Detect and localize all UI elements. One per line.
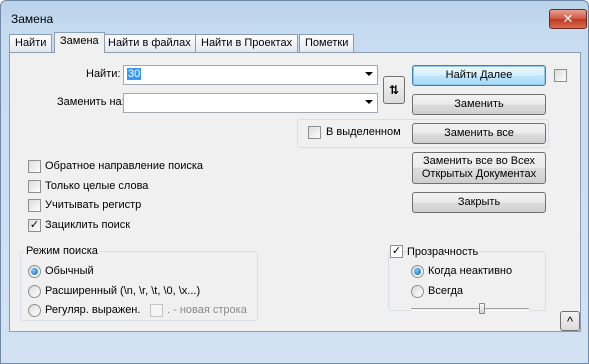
match-case-checkbox[interactable] [28, 199, 41, 212]
replace-button[interactable]: Заменить [412, 94, 546, 115]
whole-word-checkbox[interactable] [28, 180, 41, 193]
window-title: Замена [11, 12, 54, 26]
reverse-direction-label: Обратное направление поиска [45, 160, 204, 172]
replace-all-open-docs-line1: Заменить все во Всех [423, 155, 535, 167]
swap-find-replace-button[interactable]: ⇅ [383, 76, 405, 104]
transparency-inactive-radio[interactable] [411, 265, 424, 278]
tab-find[interactable]: Найти [9, 34, 53, 52]
match-case-label: Учитывать регистр [45, 199, 142, 211]
reverse-direction-checkbox[interactable] [28, 160, 41, 173]
wrap-around-checkbox[interactable]: ✓ [28, 219, 41, 232]
mode-normal-label: Обычный [45, 265, 94, 277]
mode-regex-label: Регуляр. выражен. [45, 304, 141, 316]
replace-dialog: Замена ✕ Найти Замена Найти в файлах Най… [0, 0, 589, 364]
replace-dropdown-arrow-icon[interactable] [365, 100, 373, 104]
chevron-up-icon: ^ [566, 313, 574, 329]
mode-normal-radio[interactable] [28, 265, 41, 278]
mode-extended-radio[interactable] [28, 285, 41, 298]
collapse-button[interactable]: ^ [560, 311, 580, 331]
replace-label: Заменить на: [57, 96, 125, 108]
transparency-slider-track[interactable] [411, 308, 529, 311]
replace-all-open-docs-button[interactable]: Заменить все во Всех Открытых Документах [412, 152, 546, 184]
dot-matches-newline-checkbox[interactable] [150, 304, 163, 317]
close-window-button[interactable]: ✕ [549, 9, 587, 29]
transparency-inactive-label: Когда неактивно [428, 265, 513, 277]
dot-matches-newline-label: . - новая строка [167, 304, 247, 316]
close-button[interactable]: Закрыть [412, 192, 546, 213]
find-next-option-checkbox[interactable] [554, 69, 567, 82]
find-next-button[interactable]: Найти Далее [412, 65, 546, 86]
transparency-always-radio[interactable] [411, 285, 424, 298]
transparency-label: Прозрачность [407, 246, 481, 258]
find-label: Найти: [86, 68, 121, 80]
tab-replace[interactable]: Замена [54, 32, 105, 53]
swap-arrows-icon: ⇅ [388, 83, 400, 97]
tab-marks[interactable]: Пометки [299, 34, 355, 52]
search-mode-title: Режим поиска [24, 245, 100, 257]
replace-all-open-docs-line2: Открытых Документах [421, 168, 537, 180]
find-input[interactable]: 30 [127, 68, 142, 80]
in-selection-checkbox[interactable] [308, 126, 321, 139]
wrap-around-label: Зациклить поиск [45, 219, 131, 231]
tab-find-in-projects[interactable]: Найти в Проектах [195, 34, 299, 52]
transparency-group [388, 251, 546, 311]
transparency-checkbox[interactable]: ✓ [390, 245, 403, 258]
replace-all-button[interactable]: Заменить все [412, 123, 546, 144]
tab-find-in-files[interactable]: Найти в файлах [102, 34, 197, 52]
mode-extended-label: Расширенный (\n, \r, \t, \0, \x...) [45, 285, 201, 297]
whole-word-label: Только целые слова [45, 180, 149, 192]
in-selection-label: В выделенном [326, 126, 401, 138]
find-combobox[interactable]: 30 [123, 65, 378, 85]
mode-regex-radio[interactable] [28, 304, 41, 317]
transparency-always-label: Всегда [428, 285, 464, 297]
transparency-slider-thumb[interactable] [478, 303, 485, 314]
tab-panel: Найти: 30 Заменить на: ⇅ Найти Далее Зам… [9, 52, 581, 332]
replace-combobox[interactable] [123, 93, 378, 113]
find-dropdown-arrow-icon[interactable] [365, 72, 373, 76]
